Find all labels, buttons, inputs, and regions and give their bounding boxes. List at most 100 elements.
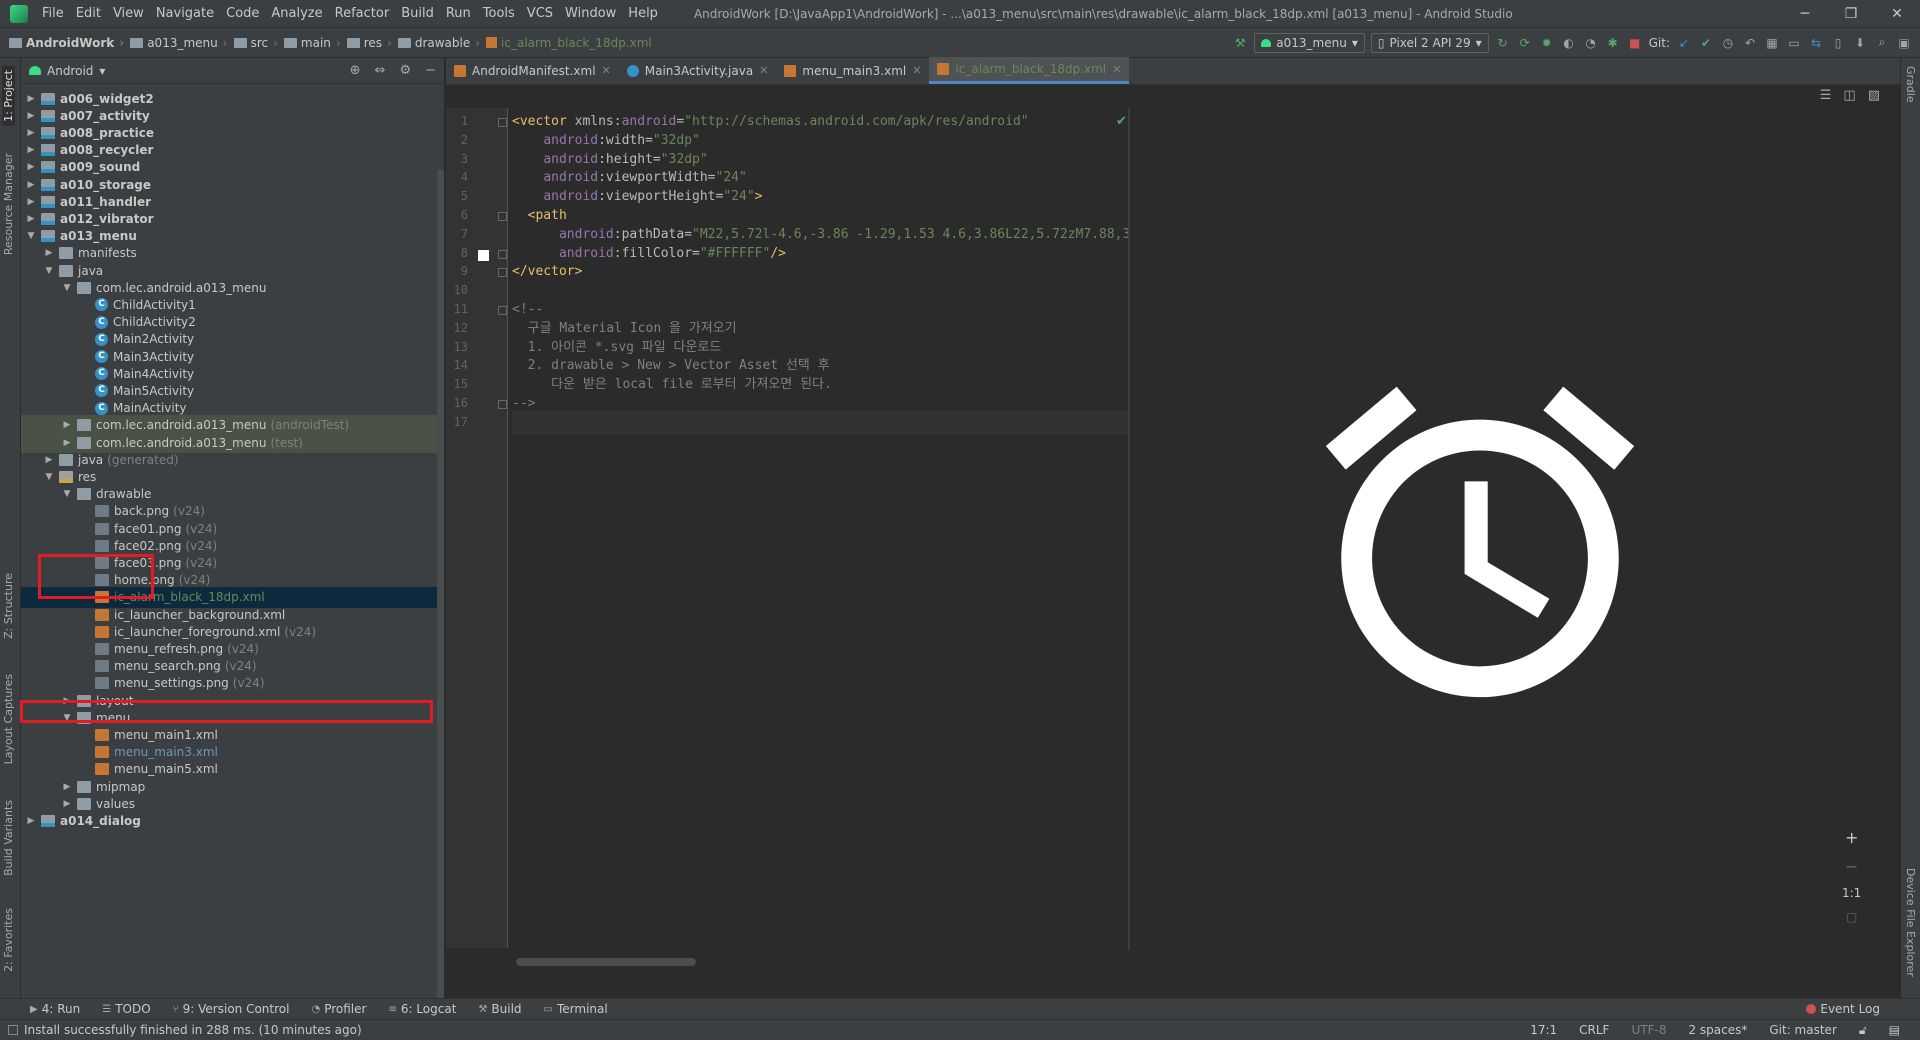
fold-marker-icon[interactable] <box>498 212 507 221</box>
collapsed-arrow-icon[interactable]: ▶ <box>25 111 37 121</box>
collapsed-arrow-icon[interactable]: ▶ <box>61 799 73 809</box>
breadcrumb-item[interactable]: res › <box>344 36 395 50</box>
device-select[interactable]: ▯ Pixel 2 API 29 ▾ <box>1370 32 1489 53</box>
fold-marker-icon[interactable] <box>498 268 507 278</box>
lock-icon[interactable]: 🔓︎ <box>1859 1023 1867 1038</box>
avd-manager-icon[interactable]: ▯ <box>1830 35 1846 51</box>
collapsed-arrow-icon[interactable]: ▶ <box>25 816 37 826</box>
restore-icon[interactable]: ❐ <box>1828 6 1874 22</box>
menu-edit[interactable]: Edit <box>70 6 107 21</box>
status-toggle-icon[interactable] <box>8 1025 18 1035</box>
menu-analyze[interactable]: Analyze <box>265 6 328 21</box>
tool-6-logcat[interactable]: ≡ 6: Logcat <box>388 1002 456 1016</box>
locate-icon[interactable]: ⊕ <box>350 63 361 78</box>
menu-file[interactable]: File <box>36 6 70 21</box>
file-encoding[interactable]: UTF-8 <box>1631 1023 1666 1038</box>
collapse-all-icon[interactable]: ⇔ <box>375 63 386 78</box>
collapsed-arrow-icon[interactable]: ▶ <box>25 214 37 224</box>
collapsed-arrow-icon[interactable]: ▶ <box>25 180 37 190</box>
project-scrollbar[interactable] <box>437 170 444 998</box>
collapsed-arrow-icon[interactable]: ▶ <box>25 197 37 207</box>
tab-menu-main3-xml[interactable]: menu_main3.xml ✕ <box>776 57 929 84</box>
menu-vcs[interactable]: VCS <box>521 6 559 21</box>
collapsed-arrow-icon[interactable]: ▶ <box>43 248 55 258</box>
tab-device-file-explorer[interactable]: Device File Explorer <box>1904 868 1917 977</box>
coverage-icon[interactable]: ◐ <box>1561 35 1577 51</box>
code-editor[interactable]: <vector xmlns:android="http://schemas.an… <box>508 108 1128 948</box>
attach-debugger-icon[interactable]: ✱ <box>1605 35 1621 51</box>
menu-navigate[interactable]: Navigate <box>150 6 220 21</box>
collapsed-arrow-icon[interactable]: ▶ <box>61 438 73 448</box>
menu-tools[interactable]: Tools <box>477 6 521 21</box>
menu-build[interactable]: Build <box>395 6 440 21</box>
event-log-button[interactable]: Event Log <box>1806 1002 1880 1016</box>
expanded-arrow-icon[interactable]: ▼ <box>43 266 55 276</box>
menu-refactor[interactable]: Refactor <box>329 6 396 21</box>
breadcrumb-item[interactable]: a013_menu › <box>127 36 230 50</box>
tab-gradle[interactable]: Gradle <box>1904 66 1917 103</box>
gear-icon[interactable]: ⚙ <box>399 63 411 78</box>
breadcrumb-item[interactable]: ic_alarm_black_18dp.xml <box>483 36 655 50</box>
collapsed-arrow-icon[interactable]: ▶ <box>25 94 37 104</box>
tab-resource-manager[interactable]: Resource Manager <box>2 153 15 255</box>
minimize-icon[interactable]: ─ <box>1782 6 1828 22</box>
menu-code[interactable]: Code <box>220 6 265 21</box>
close-tab-icon[interactable]: ✕ <box>759 64 768 77</box>
zoom-in-icon[interactable]: + <box>1845 828 1858 847</box>
debug-icon[interactable]: ✹ <box>1539 35 1555 51</box>
fold-marker-icon[interactable] <box>498 249 507 259</box>
tab-androidmanifest-xml[interactable]: AndroidManifest.xml ✕ <box>446 57 619 84</box>
indent-setting[interactable]: 2 spaces* <box>1688 1023 1747 1038</box>
tab-main3activity-java[interactable]: Main3Activity.java ✕ <box>619 57 777 84</box>
menu-view[interactable]: View <box>107 6 150 21</box>
git-rollback-icon[interactable]: ↶ <box>1742 35 1758 51</box>
collapsed-arrow-icon[interactable]: ▶ <box>61 420 73 430</box>
tab-structure[interactable]: Z: Structure <box>2 573 15 639</box>
menu-help[interactable]: Help <box>622 6 664 21</box>
tool-4-run[interactable]: ▶ 4: Run <box>30 1002 80 1016</box>
git-branch[interactable]: Git: master <box>1769 1023 1837 1038</box>
color-swatch-icon[interactable] <box>478 249 489 261</box>
collapsed-arrow-icon[interactable]: ▶ <box>43 455 55 465</box>
expanded-arrow-icon[interactable]: ▼ <box>25 231 37 241</box>
code-horizontal-scrollbar[interactable] <box>516 958 696 966</box>
sdk-manager-icon[interactable]: ⬇ <box>1852 35 1868 51</box>
tab-ic-alarm-black-18dp-xml[interactable]: ic_alarm_black_18dp.xml ✕ <box>929 57 1130 84</box>
collapsed-arrow-icon[interactable]: ▶ <box>61 696 73 706</box>
layout-toggle-icon[interactable]: ▣ <box>1896 35 1912 51</box>
breadcrumb-item[interactable]: AndroidWork › <box>6 36 127 50</box>
hammer-icon[interactable]: ⚒ <box>1232 35 1248 51</box>
line-separator[interactable]: CRLF <box>1579 1023 1609 1038</box>
split-view-icon[interactable]: ◫ <box>1843 88 1855 103</box>
tab-project[interactable]: 1: Project <box>2 66 15 126</box>
git-update-icon[interactable]: ↙ <box>1676 35 1692 51</box>
close-tab-icon[interactable]: ✕ <box>1112 63 1121 76</box>
expanded-arrow-icon[interactable]: ▼ <box>61 713 73 723</box>
breadcrumb-item[interactable]: main › <box>281 36 344 50</box>
tab-favorites[interactable]: 2: Favorites <box>2 908 15 972</box>
search-icon[interactable]: ⌕ <box>1874 35 1890 51</box>
run-config-select[interactable]: a013_menu ▾ <box>1254 32 1365 53</box>
breadcrumb-item[interactable]: src › <box>231 36 281 50</box>
close-tab-icon[interactable]: ✕ <box>912 64 921 77</box>
project-view-select[interactable]: Android ▾ <box>29 64 105 78</box>
code-view-icon[interactable]: ☰ <box>1820 88 1832 103</box>
tool-9-version-control[interactable]: ⑂ 9: Version Control <box>173 1002 290 1016</box>
tool-todo[interactable]: ☰ TODO <box>102 1002 150 1016</box>
profile-icon[interactable]: ◔ <box>1583 35 1599 51</box>
tool-build[interactable]: ⚒ Build <box>478 1002 521 1016</box>
collapsed-arrow-icon[interactable]: ▶ <box>25 145 37 155</box>
tab-build-variants[interactable]: Build Variants <box>2 800 15 876</box>
memory-indicator-icon[interactable]: ▤ <box>1889 1023 1900 1038</box>
zoom-fit-icon[interactable]: ▢ <box>1846 910 1857 924</box>
zoom-out-icon[interactable]: − <box>1845 857 1858 876</box>
layout-inspector-icon[interactable]: ▭ <box>1786 35 1802 51</box>
fold-marker-icon[interactable] <box>498 118 507 127</box>
rerun-icon[interactable]: ↻ <box>1495 35 1511 51</box>
design-view-icon[interactable]: ▨ <box>1868 88 1880 103</box>
sync-gradle-icon[interactable]: ⇆ <box>1808 35 1824 51</box>
close-tab-icon[interactable]: ✕ <box>602 64 611 77</box>
status-message[interactable]: Install successfully finished in 288 ms.… <box>24 1023 362 1037</box>
git-history-icon[interactable]: ◷ <box>1720 35 1736 51</box>
apply-changes-icon[interactable]: ⟳ <box>1517 35 1533 51</box>
